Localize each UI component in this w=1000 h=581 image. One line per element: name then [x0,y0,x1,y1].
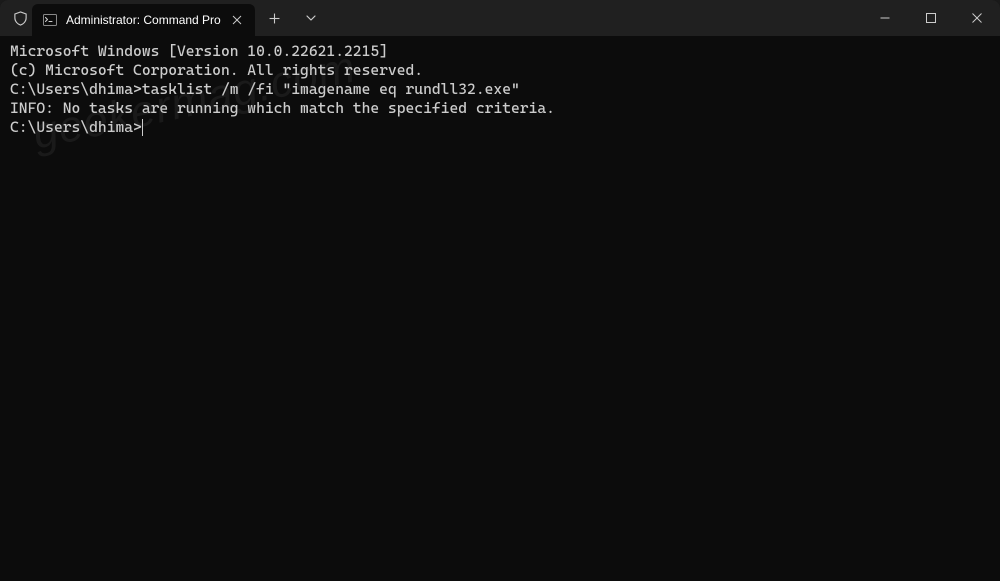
terminal-icon [42,12,58,28]
close-button[interactable] [954,0,1000,36]
terminal-line: C:\Users\dhima>tasklist /m /fi "imagenam… [10,80,990,99]
terminal-line: INFO: No tasks are running which match t… [10,99,990,118]
tab-dropdown-button[interactable] [295,2,327,34]
terminal-window: Administrator: Command Pro [0,0,1000,581]
tab-close-button[interactable] [229,12,245,28]
titlebar: Administrator: Command Pro [0,0,1000,36]
titlebar-left [0,0,28,36]
maximize-button[interactable] [908,0,954,36]
tab-strip: Administrator: Command Pro [32,0,862,36]
cursor-icon [142,119,143,136]
shield-icon [12,10,28,26]
tab-command-prompt[interactable]: Administrator: Command Pro [32,4,255,36]
window-controls [862,0,1000,36]
terminal-body[interactable]: geekermag.com Microsoft Windows [Version… [0,36,1000,581]
new-tab-button[interactable] [259,2,291,34]
terminal-line: Microsoft Windows [Version 10.0.22621.22… [10,42,990,61]
command-text: tasklist /m /fi "imagename eq rundll32.e… [142,80,520,98]
prompt-text: C:\Users\dhima> [10,118,142,136]
terminal-line: (c) Microsoft Corporation. All rights re… [10,61,990,80]
minimize-button[interactable] [862,0,908,36]
prompt-text: C:\Users\dhima> [10,80,142,98]
tab-title: Administrator: Command Pro [66,13,221,27]
terminal-line: C:\Users\dhima> [10,118,990,137]
